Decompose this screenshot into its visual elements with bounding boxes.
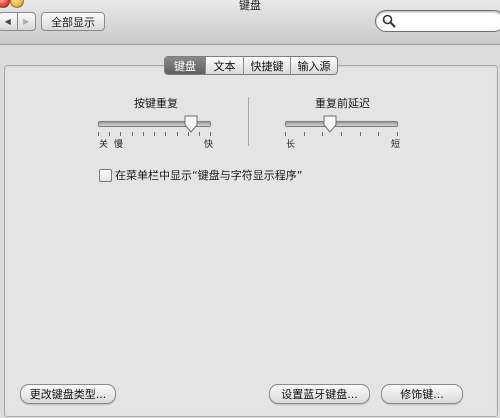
modifier-keys-button[interactable]: 修饰键...	[381, 384, 463, 404]
slider-tick	[109, 132, 110, 136]
key-repeat-off-label: 关	[99, 140, 109, 150]
show-viewer-label[interactable]: 在菜单栏中显示“键盘与字符显示程序”	[115, 167, 302, 183]
key-repeat-fast-label: 快	[204, 140, 214, 150]
slider-tick	[360, 132, 361, 136]
back-forward-group: ◀ ▶	[0, 12, 36, 31]
slider-track	[285, 121, 398, 127]
slider-tick	[304, 132, 305, 136]
slider-tick	[154, 132, 155, 136]
slider-tick	[378, 132, 379, 136]
slider-tick	[210, 132, 211, 136]
search-field[interactable]	[375, 10, 500, 32]
repeat-delay-slider[interactable]	[285, 115, 398, 147]
slider-tick	[285, 132, 286, 136]
repeat-delay-long-label: 长	[286, 140, 296, 150]
title-bar: 键盘 ◀ ▶ 全部显示	[0, 0, 500, 45]
tab-shortcuts[interactable]: 快捷键	[243, 57, 290, 74]
key-repeat-title: 按键重复	[134, 97, 178, 110]
show-viewer-checkbox[interactable]	[99, 169, 112, 182]
search-input[interactable]	[398, 13, 498, 28]
content-pane	[4, 65, 498, 417]
key-repeat-slow-label: 慢	[114, 140, 124, 150]
slider-tick	[98, 132, 99, 136]
show-all-button[interactable]: 全部显示	[41, 12, 105, 31]
slider-tick	[165, 132, 166, 136]
tab-keyboard[interactable]: 键盘	[165, 57, 205, 74]
forward-button[interactable]: ▶	[16, 13, 36, 30]
magnifier-icon	[382, 14, 396, 28]
slider-tick	[132, 132, 133, 136]
back-button[interactable]: ◀	[0, 13, 17, 30]
slider-tick	[199, 132, 200, 136]
slider-tick	[120, 132, 121, 136]
slider-tick	[177, 132, 178, 136]
tab-bar: 键盘 文本 快捷键 输入源	[164, 56, 338, 75]
section-divider	[248, 97, 249, 146]
tab-text[interactable]: 文本	[205, 57, 243, 74]
slider-thumb[interactable]	[184, 115, 198, 133]
repeat-delay-short-label: 短	[391, 140, 401, 150]
repeat-delay-title: 重复前延迟	[315, 97, 370, 110]
change-keyboard-type-button[interactable]: 更改键盘类型...	[20, 384, 116, 404]
slider-tick	[143, 132, 144, 136]
tab-input-sources[interactable]: 输入源	[290, 57, 337, 74]
slider-tick	[341, 132, 342, 136]
setup-bluetooth-keyboard-button[interactable]: 设置蓝牙键盘...	[269, 384, 370, 404]
slider-thumb[interactable]	[323, 115, 337, 133]
slider-tick	[397, 132, 398, 136]
